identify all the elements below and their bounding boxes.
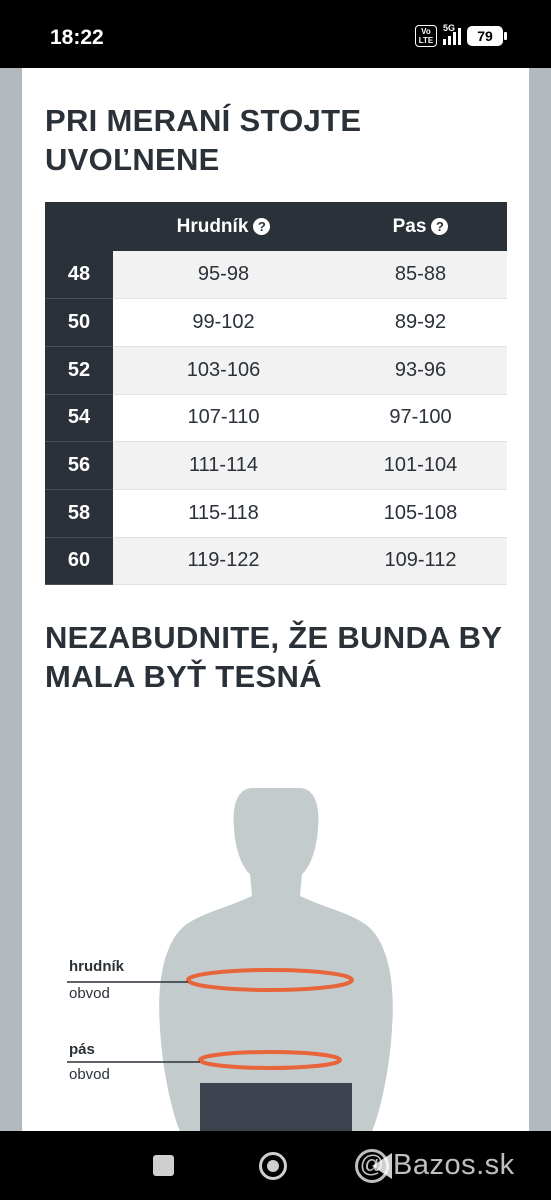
question-circle-icon[interactable]: ? — [431, 217, 449, 235]
clock: 18:22 — [50, 26, 104, 49]
watermark-text: Bazos.sk — [393, 1149, 515, 1181]
table-row: 56 111-114 101-104 — [45, 441, 507, 490]
chest-column-header: Hrudník? — [113, 202, 334, 251]
size-cell: 56 — [45, 441, 113, 490]
size-cell: 50 — [45, 298, 113, 347]
question-circle-icon[interactable]: ? — [253, 217, 271, 235]
waist-sublabel: obvod — [69, 1066, 110, 1083]
home-button[interactable] — [259, 1152, 287, 1180]
waist-header-label: Pas — [392, 215, 427, 237]
chest-header-label: Hrudník — [176, 215, 249, 237]
table-row: 50 99-102 89-92 — [45, 298, 507, 347]
size-cell: 48 — [45, 251, 113, 300]
size-column-header — [45, 202, 113, 251]
section-title: NEZABUDNITE, ŽE BUNDA BY MALA BYŤ TESNÁ — [45, 620, 502, 694]
watermark: @ Bazos.sk — [355, 1149, 515, 1184]
table-row: 54 107-110 97-100 — [45, 394, 507, 443]
table-row: 48 95-98 85-88 — [45, 251, 507, 300]
size-cell: 60 — [45, 537, 113, 586]
page-title: PRI MERANÍ STOJTE UVOĽNENE — [45, 103, 362, 177]
waist-cell: 93-96 — [334, 346, 507, 395]
table-row: 60 119-122 109-112 — [45, 537, 507, 586]
network-type: 5G — [443, 23, 456, 33]
measurement-illustration: hrudník obvod pás obvod — [22, 768, 529, 1131]
table-header: Hrudník? Pas? — [45, 202, 507, 251]
status-bar: 18:22 Vo LTE 5G 79 — [0, 0, 551, 68]
page-content: PRI MERANÍ STOJTE UVOĽNENE Hrudník? Pas?… — [22, 68, 529, 1131]
waist-cell: 105-108 — [334, 489, 507, 538]
waist-cell: 85-88 — [334, 251, 507, 300]
recents-button[interactable] — [153, 1155, 174, 1176]
table-row: 58 115-118 105-108 — [45, 489, 507, 538]
chest-cell: 95-98 — [113, 251, 334, 300]
size-table: Hrudník? Pas? 48 95-98 85-88 50 99-102 89-92 5… — [45, 202, 507, 586]
waist-column-header: Pas? — [334, 202, 507, 251]
waist-cell: 97-100 — [334, 394, 507, 443]
at-icon: @ — [355, 1149, 389, 1184]
table-row: 52 103-106 93-96 — [45, 346, 507, 395]
waist-cell: 109-112 — [334, 537, 507, 586]
chest-cell: 107-110 — [113, 394, 334, 443]
chest-label: hrudník — [69, 958, 124, 975]
chest-cell: 103-106 — [113, 346, 334, 395]
status-icons: Vo LTE 5G 79 — [415, 23, 507, 47]
waist-label: pás — [69, 1041, 95, 1058]
size-cell: 58 — [45, 489, 113, 538]
chest-cell: 115-118 — [113, 489, 334, 538]
waist-cell: 101-104 — [334, 441, 507, 490]
battery-icon: 79 — [467, 26, 507, 46]
size-cell: 54 — [45, 394, 113, 443]
chest-sublabel: obvod — [69, 985, 110, 1002]
volte-icon: Vo LTE — [415, 25, 437, 47]
chest-cell: 119-122 — [113, 537, 334, 586]
signal-icon: 5G — [443, 23, 461, 45]
size-cell: 52 — [45, 346, 113, 395]
chest-cell: 99-102 — [113, 298, 334, 347]
chest-cell: 111-114 — [113, 441, 334, 490]
waist-cell: 89-92 — [334, 298, 507, 347]
